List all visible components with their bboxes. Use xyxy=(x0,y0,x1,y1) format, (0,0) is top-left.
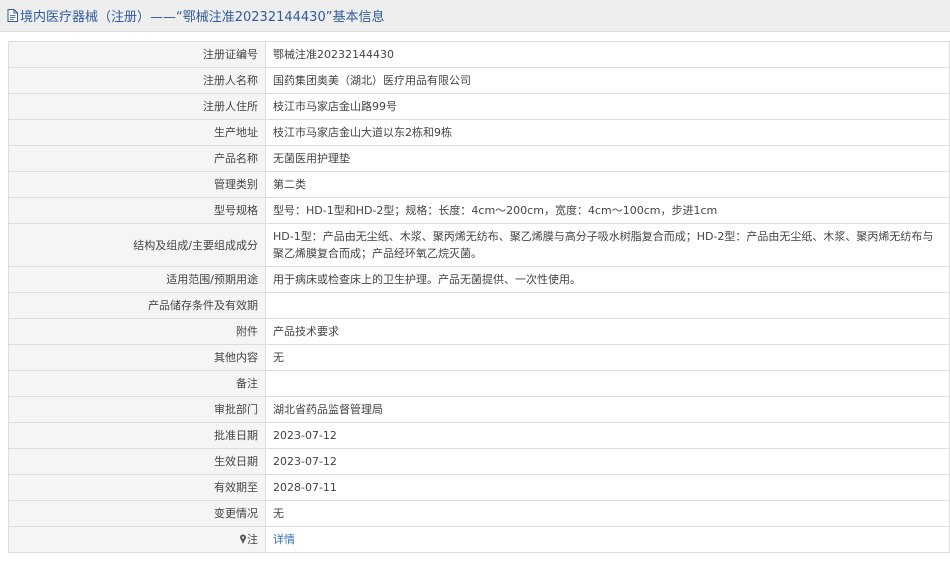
row-value: 型号：HD-1型和HD-2型；规格：长度：4cm～200cm，宽度：4cm～10… xyxy=(265,197,950,224)
table-row: 产品储存条件及有效期 xyxy=(8,292,950,319)
page-header: 境内医疗器械（注册）——“鄂械注准20232144430”基本信息 xyxy=(0,0,950,32)
table-row-note: 注 详情 xyxy=(8,526,950,553)
pin-icon xyxy=(239,532,247,544)
row-label-note: 注 xyxy=(8,526,266,553)
table-row: 生效日期 2023-07-12 xyxy=(8,448,950,475)
table-row: 注册人住所 枝江市马家店金山路99号 xyxy=(8,93,950,120)
row-label: 结构及组成/主要组成成分 xyxy=(8,223,266,267)
note-label: 注 xyxy=(247,533,258,546)
row-value: 2028-07-11 xyxy=(265,474,950,501)
row-value: 无 xyxy=(265,500,950,527)
row-label: 型号规格 xyxy=(8,197,266,224)
row-label: 适用范围/预期用途 xyxy=(8,266,266,293)
table-row: 注册证编号 鄂械注准20232144430 xyxy=(8,41,950,68)
row-value: 鄂械注准20232144430 xyxy=(265,41,950,68)
row-label: 附件 xyxy=(8,318,266,345)
row-label: 变更情况 xyxy=(8,500,266,527)
row-value xyxy=(265,370,950,397)
table-row: 生产地址 枝江市马家店金山大道以东2栋和9栋 xyxy=(8,119,950,146)
row-value: 用于病床或检查床上的卫生护理。产品无菌提供、一次性使用。 xyxy=(265,266,950,293)
table-row: 有效期至 2028-07-11 xyxy=(8,474,950,501)
row-value xyxy=(265,292,950,319)
row-value: 无菌医用护理垫 xyxy=(265,145,950,172)
row-label: 生产地址 xyxy=(8,119,266,146)
details-link[interactable]: 详情 xyxy=(273,533,295,546)
row-value: 湖北省药品监督管理局 xyxy=(265,396,950,423)
info-table-body: 注册证编号 鄂械注准20232144430 注册人名称 国药集团奥美（湖北）医疗用品有… xyxy=(8,41,950,553)
page-title: 境内医疗器械（注册）——“鄂械注准20232144430”基本信息 xyxy=(20,10,385,25)
table-row: 审批部门 湖北省药品监督管理局 xyxy=(8,396,950,423)
row-label: 有效期至 xyxy=(8,474,266,501)
row-value: 第二类 xyxy=(265,171,950,198)
info-table: 注册证编号 鄂械注准20232144430 注册人名称 国药集团奥美（湖北）医疗用品有… xyxy=(8,41,950,553)
table-row: 结构及组成/主要组成成分 HD-1型：产品由无尘纸、木浆、聚丙烯无纺布、聚乙烯膜与… xyxy=(8,223,950,267)
row-label: 注册人住所 xyxy=(8,93,266,120)
table-row: 其他内容无 xyxy=(8,344,950,371)
table-row: 管理类别 第二类 xyxy=(8,171,950,198)
table-row: 变更情况无 xyxy=(8,500,950,527)
row-value: 2023-07-12 xyxy=(265,448,950,475)
row-label: 注册人名称 xyxy=(8,67,266,94)
table-row: 备注 xyxy=(8,370,950,397)
table-row: 型号规格 型号：HD-1型和HD-2型；规格：长度：4cm～200cm，宽度：4c… xyxy=(8,197,950,224)
table-row: 批准日期 2023-07-12 xyxy=(8,422,950,449)
table-row: 适用范围/预期用途 用于病床或检查床上的卫生护理。产品无菌提供、一次性使用。 xyxy=(8,266,950,293)
row-value: HD-1型：产品由无尘纸、木浆、聚丙烯无纺布、聚乙烯膜与高分子吸水树脂复合而成；… xyxy=(265,223,950,267)
row-label: 产品储存条件及有效期 xyxy=(8,292,266,319)
row-label: 批准日期 xyxy=(8,422,266,449)
table-row: 注册人名称 国药集团奥美（湖北）医疗用品有限公司 xyxy=(8,67,950,94)
row-label: 管理类别 xyxy=(8,171,266,198)
row-label: 生效日期 xyxy=(8,448,266,475)
row-value: 无 xyxy=(265,344,950,371)
row-label: 注册证编号 xyxy=(8,41,266,68)
row-value: 2023-07-12 xyxy=(265,422,950,449)
table-row: 产品名称 无菌医用护理垫 xyxy=(8,145,950,172)
row-label: 其他内容 xyxy=(8,344,266,371)
row-value-note: 详情 xyxy=(265,526,950,553)
row-value: 产品技术要求 xyxy=(265,318,950,345)
row-label: 审批部门 xyxy=(8,396,266,423)
row-label: 产品名称 xyxy=(8,145,266,172)
row-label: 备注 xyxy=(8,370,266,397)
row-value: 枝江市马家店金山路99号 xyxy=(265,93,950,120)
row-value: 国药集团奥美（湖北）医疗用品有限公司 xyxy=(265,67,950,94)
table-row: 附件 产品技术要求 xyxy=(8,318,950,345)
row-value: 枝江市马家店金山大道以东2栋和9栋 xyxy=(265,119,950,146)
document-icon xyxy=(7,9,18,22)
